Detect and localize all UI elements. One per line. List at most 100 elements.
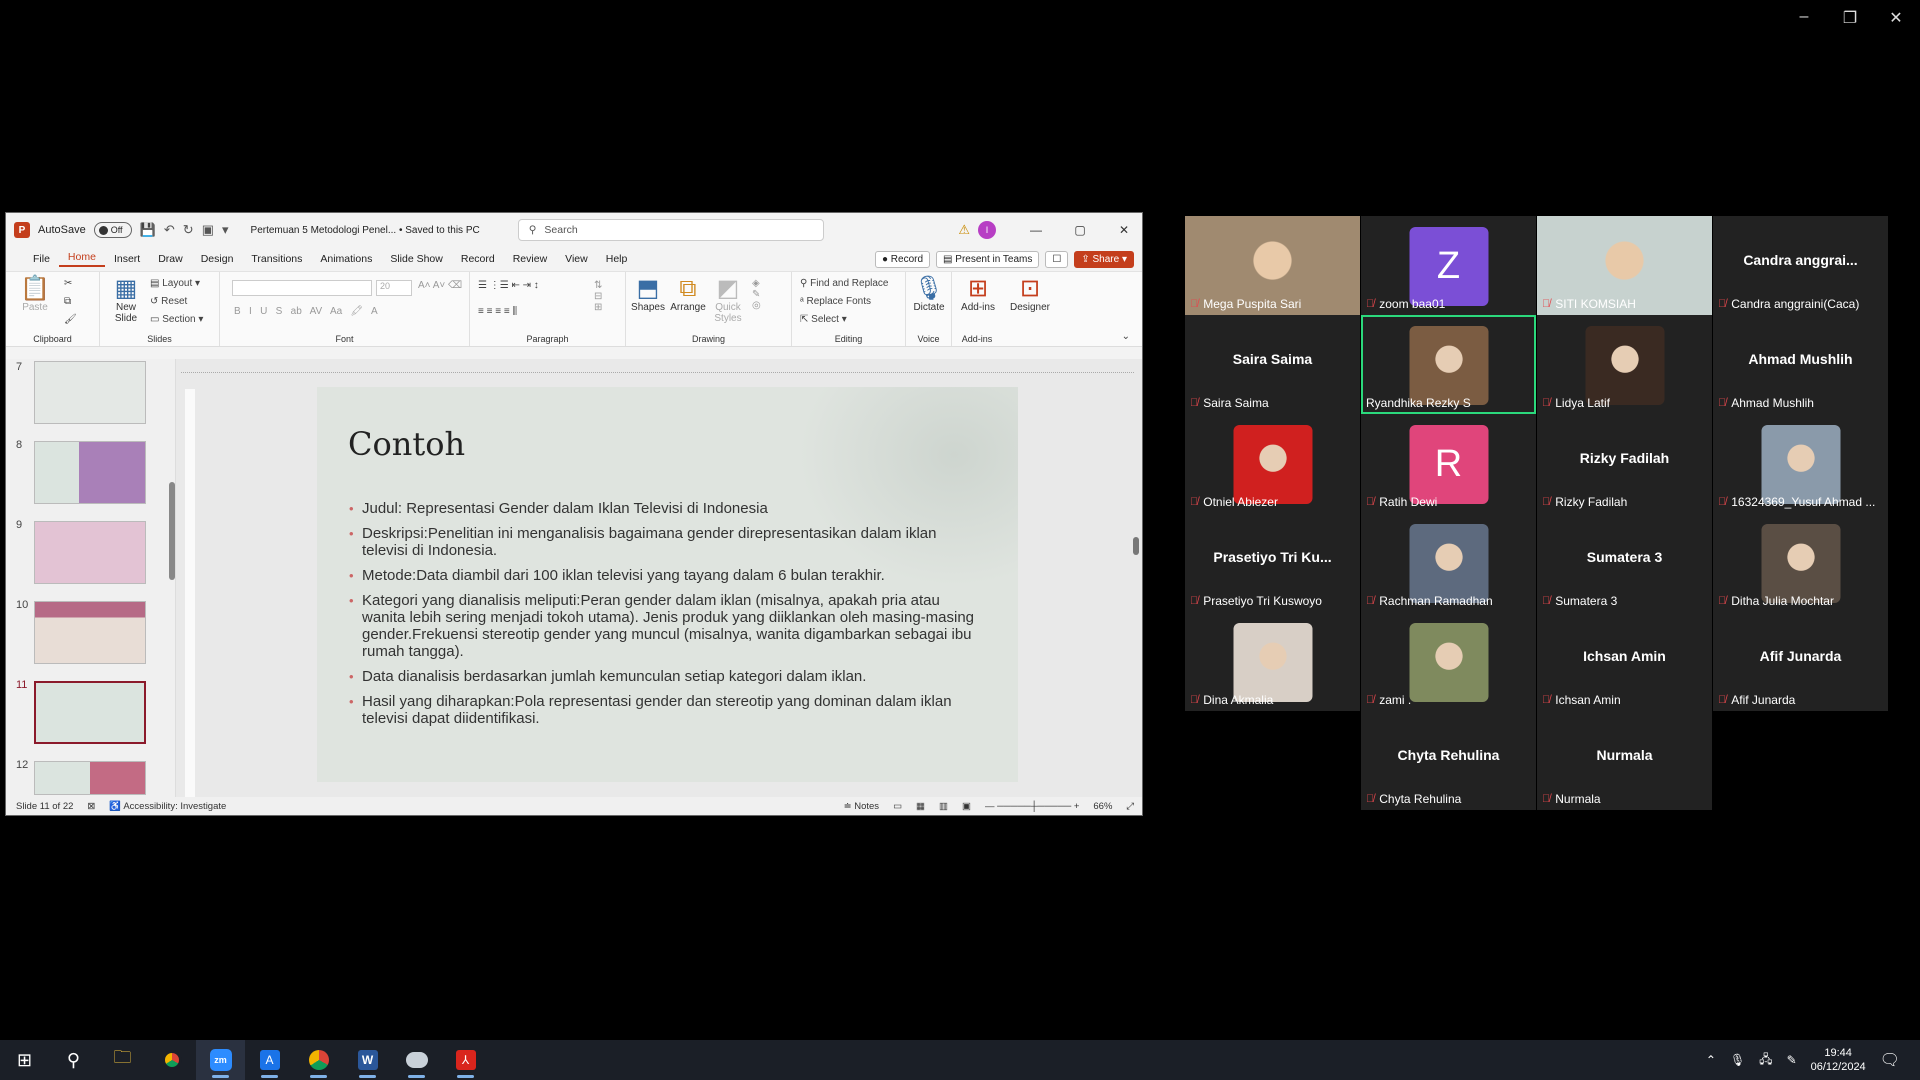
- accessibility-status[interactable]: ♿ Accessibility: Investigate: [109, 801, 226, 812]
- app-2-icon[interactable]: [392, 1040, 441, 1080]
- restore-icon[interactable]: ❐: [1830, 8, 1870, 28]
- network-icon[interactable]: 🖧: [1759, 1050, 1772, 1071]
- save-icon[interactable]: 💾: [140, 222, 156, 238]
- participant-tile[interactable]: Afif Junarda 🎙̸ Afif Junarda: [1713, 612, 1888, 711]
- dictate-button[interactable]: 🎙 Dictate: [910, 276, 948, 314]
- shapes-button[interactable]: ⬒ Shapes: [630, 276, 666, 314]
- participant-tile[interactable]: 🎙̸ Ditha Julia Mochtar: [1713, 513, 1888, 612]
- zoom-slider[interactable]: — ─────┼───── +: [985, 801, 1079, 812]
- app-icon[interactable]: A: [245, 1040, 294, 1080]
- fit-to-window-icon[interactable]: ⤢: [1126, 801, 1134, 812]
- designer-button[interactable]: ⊡ Designer: [1008, 276, 1052, 314]
- document-title[interactable]: Pertemuan 5 Metodologi Penel... • Saved …: [251, 225, 480, 236]
- tab-draw[interactable]: Draw: [149, 253, 192, 265]
- word-icon[interactable]: W: [343, 1040, 392, 1080]
- slide-thumbnail-7[interactable]: [34, 361, 146, 424]
- comments-button[interactable]: ☐: [1045, 250, 1069, 268]
- file-explorer-icon[interactable]: 🗀: [98, 1040, 147, 1080]
- arrange-button[interactable]: ⧉ Arrange: [668, 276, 708, 314]
- slide-thumbnail-8[interactable]: [34, 441, 146, 504]
- customize-qat-icon[interactable]: ▾: [222, 222, 229, 238]
- participant-tile[interactable]: Prasetiyo Tri Ku... 🎙̸ Prasetiyo Tri Kuswo…: [1185, 513, 1360, 612]
- share-button[interactable]: ⇪ Share ▾: [1074, 250, 1134, 268]
- font-format-icons[interactable]: B I U S ab AV Aa 🖍 A: [234, 306, 378, 317]
- clock[interactable]: 19:44 06/12/2024: [1811, 1046, 1866, 1074]
- minimize-icon[interactable]: –: [1784, 8, 1824, 26]
- replace-fonts-button[interactable]: ᵃ Replace Fonts: [800, 296, 871, 307]
- font-family-select[interactable]: [232, 280, 372, 296]
- participant-tile[interactable]: Ichsan Amin 🎙̸ Ichsan Amin: [1537, 612, 1712, 711]
- participant-tile[interactable]: Candra anggrai... 🎙̸ Candra anggraini(Caca…: [1713, 216, 1888, 315]
- acrobat-icon[interactable]: ⅄: [441, 1040, 490, 1080]
- participant-tile[interactable]: Saira Saima 🎙̸ Saira Saima: [1185, 315, 1360, 414]
- tab-help[interactable]: Help: [597, 253, 637, 265]
- participant-tile[interactable]: Rizky Fadilah 🎙̸ Rizky Fadilah: [1537, 414, 1712, 513]
- quick-styles-button[interactable]: ◩ Quick Styles: [710, 276, 746, 325]
- search-icon[interactable]: ⚲: [49, 1040, 98, 1080]
- copy-icon[interactable]: ⧉: [64, 296, 71, 307]
- zoom-icon[interactable]: zm: [196, 1040, 245, 1080]
- participant-tile[interactable]: Z 🎙̸ zoom baa01: [1361, 216, 1536, 315]
- search-input[interactable]: ⚲ Search: [517, 219, 824, 241]
- participant-tile[interactable]: Sumatera 3 🎙̸ Sumatera 3: [1537, 513, 1712, 612]
- participant-tile[interactable]: 🎙̸ SITI KOMSIAH: [1537, 216, 1712, 315]
- reset-button[interactable]: ↺ Reset: [150, 296, 187, 307]
- close-icon[interactable]: ✕: [1876, 8, 1916, 28]
- participant-tile[interactable]: Nurmala 🎙̸ Nurmala: [1537, 711, 1712, 810]
- tab-transitions[interactable]: Transitions: [242, 253, 311, 265]
- slide-thumbnail-9[interactable]: [34, 521, 146, 584]
- new-slide-button[interactable]: ▦ New Slide: [108, 276, 144, 325]
- slide-canvas[interactable]: Contoh Judul: Representasi Gender dalam …: [317, 387, 1018, 782]
- chevron-up-icon[interactable]: ⌃: [1706, 1053, 1716, 1067]
- slideshow-view-icon[interactable]: ▣: [962, 801, 971, 812]
- participant-tile[interactable]: 🎙̸ Mega Puspita Sari: [1185, 216, 1360, 315]
- tab-record[interactable]: Record: [452, 253, 504, 265]
- spellcheck-icon[interactable]: ⊠: [87, 801, 95, 812]
- slide-scrollbar[interactable]: [1132, 361, 1140, 801]
- tab-insert[interactable]: Insert: [105, 253, 149, 265]
- participant-tile[interactable]: 🎙̸ zami .: [1361, 612, 1536, 711]
- slide-thumbnail-11[interactable]: [34, 681, 146, 744]
- select-button[interactable]: ⇱ Select ▾: [800, 314, 847, 325]
- thumbnails-scrollbar[interactable]: [169, 359, 175, 801]
- present-icon[interactable]: ▣: [202, 222, 214, 238]
- chrome-profile-icon[interactable]: [294, 1040, 343, 1080]
- reading-view-icon[interactable]: ▥: [939, 801, 948, 812]
- ppt-close-icon[interactable]: ✕: [1106, 223, 1142, 237]
- shape-fill-icon[interactable]: ◈ ✎ ◎: [752, 278, 761, 311]
- participant-tile[interactable]: 🎙̸ Lidya Latif: [1537, 315, 1712, 414]
- undo-icon[interactable]: ↶: [164, 222, 175, 238]
- participant-tile[interactable]: 🎙̸ 16324369_Yusuf Ahmad ...: [1713, 414, 1888, 513]
- find-replace-button[interactable]: ⚲ Find and Replace: [800, 278, 889, 289]
- tab-file[interactable]: File: [24, 253, 59, 265]
- notes-button[interactable]: ≐ Notes: [844, 801, 879, 812]
- font-size-select[interactable]: 20: [376, 280, 412, 296]
- tab-animations[interactable]: Animations: [311, 253, 381, 265]
- chrome-icon[interactable]: [147, 1040, 196, 1080]
- tab-view[interactable]: View: [556, 253, 597, 265]
- slide-bullets[interactable]: Judul: Representasi Gender dalam Iklan T…: [349, 500, 979, 735]
- ppt-minimize-icon[interactable]: —: [1018, 223, 1054, 237]
- collapse-ribbon-icon[interactable]: ⌄: [1122, 331, 1130, 342]
- tab-review[interactable]: Review: [504, 253, 556, 265]
- participant-tile[interactable]: Ryandhika Rezky S: [1361, 315, 1536, 414]
- autosave-toggle[interactable]: Off: [93, 222, 132, 238]
- slide-thumbnail-10[interactable]: [34, 601, 146, 664]
- slide-title[interactable]: Contoh: [348, 425, 465, 463]
- grow-font-icon[interactable]: A˄ A˅ ⌫: [418, 280, 462, 291]
- participant-tile[interactable]: 🎙̸ Otniel Abiezer: [1185, 414, 1360, 513]
- align-icons[interactable]: ≡ ≡ ≡ ≡ ⫼: [478, 306, 517, 317]
- layout-button[interactable]: ▤ Layout ▾: [150, 278, 200, 289]
- user-avatar[interactable]: I: [978, 221, 996, 239]
- record-button[interactable]: ● Record: [874, 250, 931, 268]
- present-in-teams-button[interactable]: ▤ Present in Teams: [936, 250, 1040, 268]
- participant-tile[interactable]: Ahmad Mushlih 🎙̸ Ahmad Mushlih: [1713, 315, 1888, 414]
- participant-tile[interactable]: Chyta Rehulina 🎙̸ Chyta Rehulina: [1361, 711, 1536, 810]
- notifications-icon[interactable]: 🗨: [1880, 1050, 1900, 1070]
- section-button[interactable]: ▭ Section ▾: [150, 314, 203, 325]
- participant-tile[interactable]: 🎙̸ Dina Akmalia: [1185, 612, 1360, 711]
- slide-thumbnail-12[interactable]: [34, 761, 146, 795]
- tab-home[interactable]: Home: [58, 251, 105, 267]
- text-direction-icon[interactable]: ⇅ ⊟ ⊞: [594, 280, 602, 313]
- ppt-restore-icon[interactable]: ▢: [1062, 223, 1098, 237]
